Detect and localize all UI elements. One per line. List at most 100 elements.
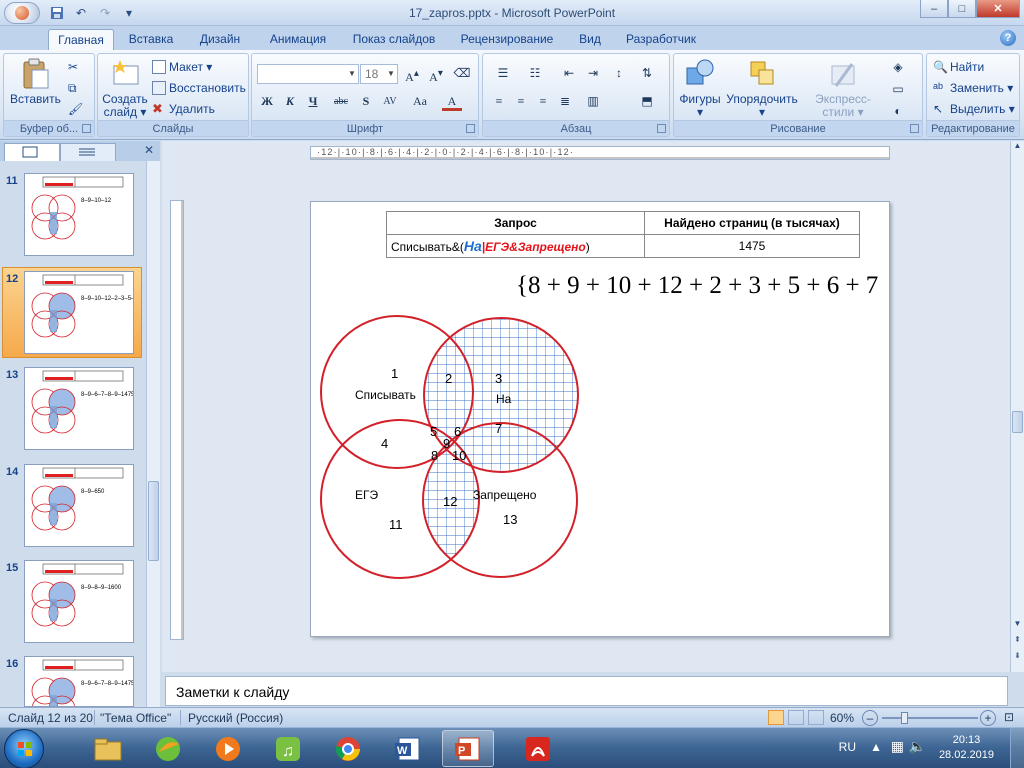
columns-icon[interactable]: ▥ xyxy=(583,92,603,111)
replace-button[interactable]: ab Заменить ▾ xyxy=(933,79,1013,97)
shadow-button[interactable]: S xyxy=(356,92,376,111)
tab-insert[interactable]: Вставка xyxy=(120,29,182,50)
next-slide-icon[interactable]: ⇟ xyxy=(1011,651,1024,665)
explorer-icon[interactable] xyxy=(82,730,134,767)
slide-thumbnail[interactable]: 8–9–6–7–8–9–1475 xyxy=(24,367,134,450)
text-direction-icon[interactable]: ⇅ xyxy=(637,64,657,83)
sorter-view-icon[interactable] xyxy=(788,710,804,725)
scroll-up-icon[interactable]: ▲ xyxy=(1011,141,1024,155)
music-app-icon[interactable]: ♫ xyxy=(262,730,314,767)
cut-icon[interactable]: ✂ xyxy=(68,58,78,76)
slide-thumbnail[interactable]: 8–9–6–7–8–9–1475 xyxy=(24,656,134,707)
copy-icon[interactable]: ⧉ xyxy=(68,79,77,97)
italic-button[interactable]: К xyxy=(280,92,300,111)
format-painter-icon[interactable]: 🖌 xyxy=(68,100,83,118)
main-scrollbar[interactable]: ▲ ▼ ⇞ ⇟ xyxy=(1010,141,1024,672)
slide-thumbnail[interactable]: 8–9–8–9–1600 xyxy=(24,560,134,643)
panel-scroll-thumb[interactable] xyxy=(148,481,159,561)
shape-outline-icon[interactable]: ▭ xyxy=(888,80,908,99)
tab-view[interactable]: Вид xyxy=(572,29,608,50)
zoom-out-icon[interactable]: – xyxy=(862,710,878,726)
bullets-icon[interactable]: ☰ xyxy=(489,64,517,83)
minimize-button[interactable]: – xyxy=(920,0,948,18)
shape-fill-icon[interactable]: ◈ xyxy=(888,58,908,77)
clock[interactable]: 20:13 28.02.2019 xyxy=(939,733,994,763)
grow-font-button[interactable]: A▴ xyxy=(402,64,422,84)
slide-thumbnail[interactable]: 8–9–10–12 xyxy=(24,173,134,256)
smartart-icon[interactable]: ⬒ xyxy=(637,92,657,111)
start-button[interactable] xyxy=(4,729,44,768)
help-icon[interactable]: ? xyxy=(1000,30,1016,46)
chrome-icon[interactable] xyxy=(322,730,374,767)
panel-scrollbar[interactable] xyxy=(146,161,160,707)
drawing-launcher-icon[interactable] xyxy=(910,124,919,133)
arrange-button[interactable]: Упорядочить ▾ xyxy=(724,58,800,119)
align-center-icon[interactable]: ≡ xyxy=(511,92,531,111)
new-slide-button[interactable]: Создать слайд ▾ xyxy=(100,58,150,119)
volume-icon[interactable]: 🔈 xyxy=(909,738,926,755)
acrobat-icon[interactable] xyxy=(512,730,564,767)
font-launcher-icon[interactable] xyxy=(466,124,475,133)
slide-thumbnail[interactable]: 8–9–10–12–2–3–5–6–7 xyxy=(24,271,134,354)
scroll-down-icon[interactable]: ▼ xyxy=(1011,619,1024,633)
strike-button[interactable]: abc xyxy=(328,92,354,111)
main-scroll-thumb[interactable] xyxy=(1012,411,1023,433)
tab-review[interactable]: Рецензирование xyxy=(454,29,560,50)
font-name-combo[interactable]: ▼ xyxy=(257,64,359,84)
language-status[interactable]: Русский (Россия) xyxy=(188,711,283,725)
numbering-icon[interactable]: ☷ xyxy=(521,64,549,83)
char-spacing-button[interactable]: AV xyxy=(378,92,402,111)
tray-expand-icon[interactable]: ▲ xyxy=(870,740,882,754)
fit-window-icon[interactable]: ⊡ xyxy=(1004,710,1014,724)
outline-tab[interactable] xyxy=(60,143,116,161)
zoom-level[interactable]: 60% xyxy=(830,711,854,725)
close-panel-icon[interactable]: ✕ xyxy=(144,143,154,157)
slideshow-view-icon[interactable] xyxy=(808,710,824,725)
theme-name[interactable]: "Тема Office" xyxy=(100,711,171,725)
font-color-button[interactable]: A xyxy=(442,92,462,111)
network-icon[interactable]: ▦ xyxy=(891,738,904,755)
word-icon[interactable]: W xyxy=(382,730,434,767)
change-case-button[interactable]: Aa xyxy=(408,92,432,111)
normal-view-icon[interactable] xyxy=(768,710,784,725)
zoom-slider[interactable] xyxy=(882,717,978,719)
select-button[interactable]: ↖ Выделить ▾ xyxy=(933,100,1015,118)
tab-animation[interactable]: Анимация xyxy=(262,29,334,50)
font-size-combo[interactable]: 18 ▼ xyxy=(360,64,398,84)
tab-design[interactable]: Дизайн xyxy=(190,29,250,50)
align-right-icon[interactable]: ≡ xyxy=(533,92,553,111)
reset-button[interactable]: Восстановить xyxy=(152,79,246,97)
slide-canvas[interactable]: Запрос Найдено страниц (в тысячах) Списы… xyxy=(310,201,890,637)
find-button[interactable]: 🔍 Найти xyxy=(933,58,984,76)
slide-thumbnail[interactable]: 8–9–650 xyxy=(24,464,134,547)
tab-developer[interactable]: Разработчик xyxy=(620,29,702,50)
prev-slide-icon[interactable]: ⇞ xyxy=(1011,635,1024,649)
close-button[interactable]: ✕ xyxy=(976,0,1020,18)
powerpoint-icon[interactable]: P xyxy=(442,730,494,767)
layout-button[interactable]: Макет ▾ xyxy=(152,58,212,76)
decrease-indent-icon[interactable]: ⇤ xyxy=(559,64,579,83)
shapes-button[interactable]: Фигуры ▾ xyxy=(676,58,724,119)
underline-button[interactable]: Ч xyxy=(303,92,323,111)
maximize-button[interactable]: □ xyxy=(948,0,976,18)
tab-home[interactable]: Главная xyxy=(48,29,114,50)
notes-pane[interactable]: Заметки к слайду xyxy=(165,676,1008,706)
paragraph-launcher-icon[interactable] xyxy=(657,124,666,133)
clipboard-launcher-icon[interactable] xyxy=(82,124,91,133)
bold-button[interactable]: Ж xyxy=(257,92,277,111)
line-spacing-icon[interactable]: ↕ xyxy=(609,64,629,83)
media-center-icon[interactable] xyxy=(142,730,194,767)
zoom-in-icon[interactable]: + xyxy=(980,710,996,726)
shrink-font-button[interactable]: A▾ xyxy=(426,64,446,84)
delete-slide-button[interactable]: ✖ Удалить xyxy=(152,100,215,118)
shape-effects-icon[interactable]: ◐ xyxy=(888,102,908,121)
show-desktop-button[interactable] xyxy=(1010,728,1024,768)
align-left-icon[interactable]: ≡ xyxy=(489,92,509,111)
zoom-slider-thumb[interactable] xyxy=(901,712,908,724)
increase-indent-icon[interactable]: ⇥ xyxy=(583,64,603,83)
paste-button[interactable]: Вставить xyxy=(10,58,61,106)
quick-styles-button[interactable]: Экспресс-стили ▾ xyxy=(800,58,886,119)
clear-format-icon[interactable]: ⌫ xyxy=(452,64,472,83)
justify-icon[interactable]: ≣ xyxy=(555,92,575,111)
input-language[interactable]: RU xyxy=(839,740,856,754)
